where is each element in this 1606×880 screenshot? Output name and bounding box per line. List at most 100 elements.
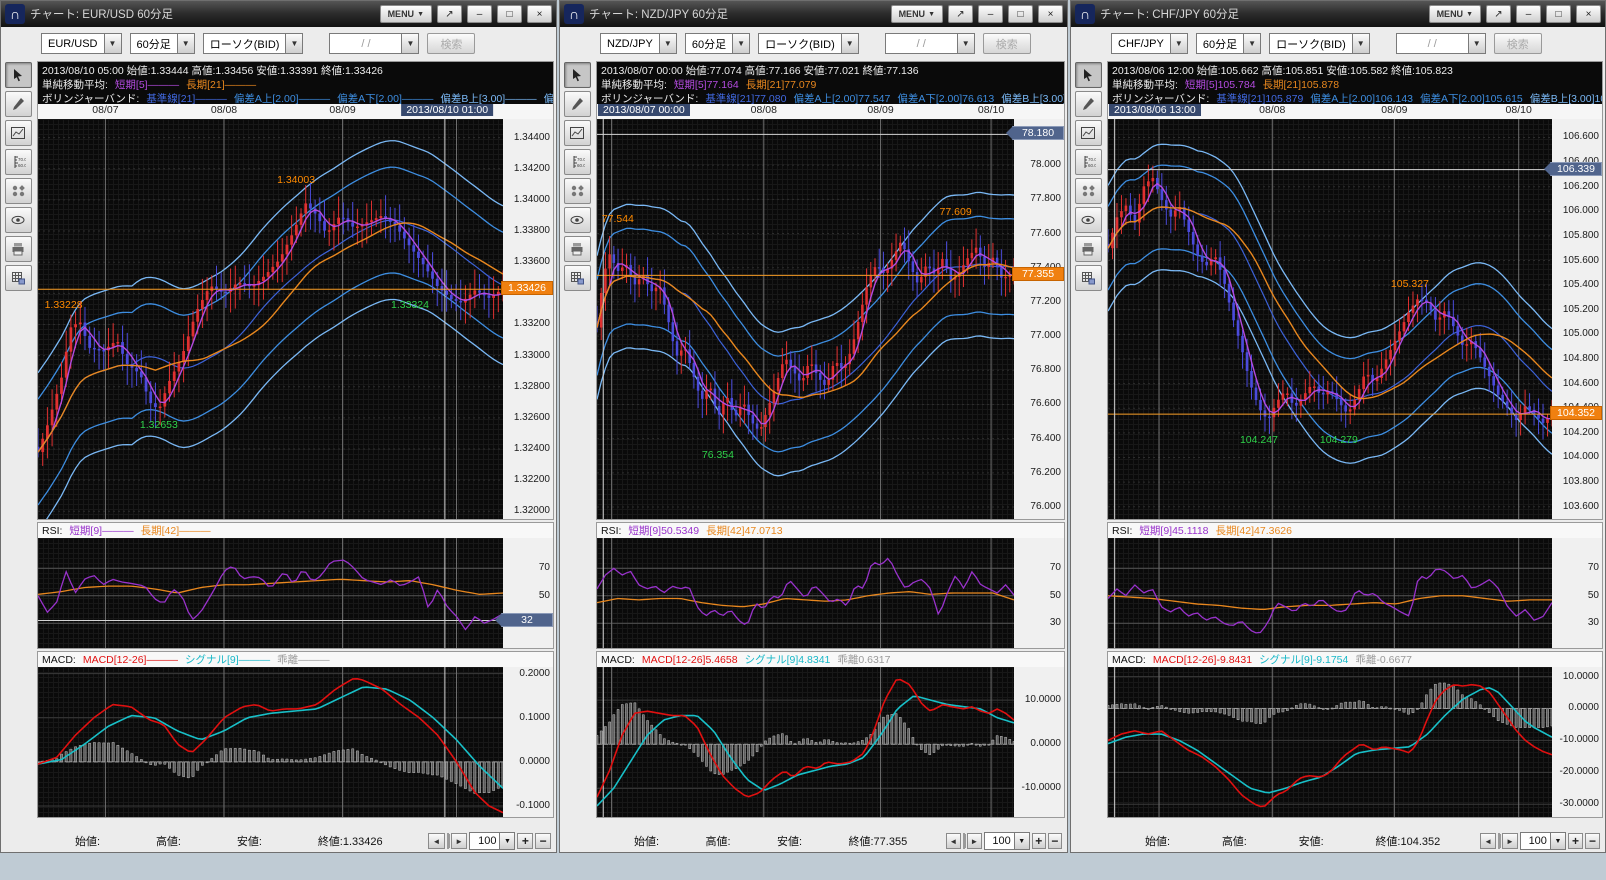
macd-plot[interactable] — [38, 667, 503, 817]
macd-axis-gutter[interactable]: 10.00000.0000-10.0000-20.0000-30.0000 — [1552, 667, 1602, 817]
chevron-down-icon[interactable]: ▼ — [957, 33, 975, 54]
cursor-tool-button[interactable] — [5, 62, 32, 88]
scrollbar-thumb[interactable] — [1499, 834, 1501, 848]
visibility-button[interactable] — [5, 207, 32, 233]
minimize-button[interactable]: – — [467, 5, 492, 23]
zoom-in-button[interactable]: + — [1568, 833, 1583, 849]
macd-axis-gutter[interactable]: 0.20000.10000.0000-0.1000 — [503, 667, 553, 817]
zoom-out-button[interactable]: − — [1585, 833, 1600, 849]
print-button[interactable] — [1075, 236, 1102, 262]
chevron-down-icon[interactable]: ▼ — [659, 33, 677, 54]
zoom-out-button[interactable]: − — [535, 833, 551, 849]
draw-tool-button[interactable] — [564, 91, 591, 117]
price-axis-gutter[interactable]: 78.00077.80077.60077.40077.20077.00076.8… — [1014, 119, 1064, 519]
date-input[interactable]: / / ▼ — [1396, 33, 1486, 54]
macd-plot[interactable] — [597, 667, 1014, 817]
chart-type-select[interactable]: ローソク(BID) ▼ — [203, 33, 304, 54]
scroll-right-button[interactable]: ► — [1502, 833, 1518, 849]
draw-tool-button[interactable] — [1075, 91, 1102, 117]
chevron-down-icon[interactable]: ▼ — [1243, 33, 1261, 54]
date-input[interactable]: / / ▼ — [885, 33, 975, 54]
chart-type-select[interactable]: ローソク(BID) ▼ — [758, 33, 859, 54]
candle-count-select[interactable]: 100 ▼ — [469, 832, 515, 850]
cursor-tool-button[interactable] — [564, 62, 591, 88]
chevron-down-icon[interactable]: ▼ — [1014, 832, 1030, 850]
chevron-down-icon[interactable]: ▼ — [285, 33, 303, 54]
print-button[interactable] — [5, 236, 32, 262]
chevron-down-icon[interactable]: ▼ — [1468, 33, 1486, 54]
chevron-down-icon[interactable]: ▼ — [401, 33, 419, 54]
minimize-button[interactable]: – — [1516, 5, 1541, 23]
close-button[interactable]: × — [1038, 5, 1063, 23]
rsi-axis-gutter[interactable]: 705032 — [503, 538, 553, 648]
scrollbar-track[interactable] — [963, 833, 965, 849]
search-button[interactable]: 検索 — [1494, 33, 1542, 54]
symbol-select[interactable]: NZD/JPY ▼ — [600, 33, 677, 54]
popout-button[interactable]: ↗ — [1486, 5, 1511, 23]
macd-plot[interactable] — [1108, 667, 1552, 817]
price-plot[interactable]: 105.327104.247104.279 — [1108, 119, 1552, 519]
price-scale-button[interactable]: 70.060.0 — [564, 149, 591, 175]
scroll-left-button[interactable]: ◄ — [428, 833, 445, 849]
menu-button[interactable]: MENU▼ — [891, 5, 943, 23]
chevron-down-icon[interactable]: ▼ — [499, 832, 515, 850]
chevron-down-icon[interactable]: ▼ — [1550, 832, 1566, 850]
indicator-button[interactable] — [564, 120, 591, 146]
candle-count-select[interactable]: 100 ▼ — [984, 832, 1030, 850]
scroll-left-button[interactable]: ◄ — [946, 833, 961, 849]
export-button[interactable] — [1075, 265, 1102, 291]
close-button[interactable]: × — [527, 5, 552, 23]
price-scale-button[interactable]: 70.060.0 — [1075, 149, 1102, 175]
rsi-plot[interactable] — [38, 538, 503, 648]
indicator-button[interactable] — [5, 120, 32, 146]
macd-axis-gutter[interactable]: 10.00000.0000-10.0000 — [1014, 667, 1064, 817]
draw-tool-button[interactable] — [5, 91, 32, 117]
rsi-plot[interactable] — [1108, 538, 1552, 648]
chevron-down-icon[interactable]: ▼ — [732, 33, 750, 54]
menu-button[interactable]: MENU▼ — [380, 5, 432, 23]
maximize-button[interactable]: □ — [497, 5, 522, 23]
chart-type-select[interactable]: ローソク(BID) ▼ — [1269, 33, 1370, 54]
chevron-down-icon[interactable]: ▼ — [841, 33, 859, 54]
scrollbar-thumb[interactable] — [964, 834, 966, 848]
price-axis-gutter[interactable]: 106.600106.400106.200106.000105.800105.6… — [1552, 119, 1602, 519]
rsi-plot[interactable] — [597, 538, 1014, 648]
zoom-in-button[interactable]: + — [517, 833, 533, 849]
menu-button[interactable]: MENU▼ — [1429, 5, 1481, 23]
chevron-down-icon[interactable]: ▼ — [1352, 33, 1370, 54]
maximize-button[interactable]: □ — [1008, 5, 1033, 23]
period-select[interactable]: 60分足 ▼ — [1196, 33, 1261, 54]
price-plot[interactable]: 1.332281.326531.340031.33324 — [38, 119, 503, 519]
symbols-button[interactable] — [5, 178, 32, 204]
candle-count-select[interactable]: 100 ▼ — [1520, 832, 1566, 850]
zoom-out-button[interactable]: − — [1048, 833, 1062, 849]
price-axis-gutter[interactable]: 1.344001.342001.340001.338001.336001.334… — [503, 119, 553, 519]
scrollbar-track[interactable] — [447, 833, 449, 849]
scrollbar-thumb[interactable] — [448, 834, 450, 848]
title-bar[interactable]: ∩ チャート: NZD/JPY 60分足 MENU▼ ↗ – □ × — [560, 1, 1067, 27]
title-bar[interactable]: ∩ チャート: CHF/JPY 60分足 MENU▼ ↗ – □ × — [1071, 1, 1605, 27]
export-button[interactable] — [564, 265, 591, 291]
visibility-button[interactable] — [1075, 207, 1102, 233]
symbol-select[interactable]: EUR/USD ▼ — [41, 33, 122, 54]
popout-button[interactable]: ↗ — [948, 5, 973, 23]
period-select[interactable]: 60分足 ▼ — [130, 33, 195, 54]
scroll-left-button[interactable]: ◄ — [1480, 833, 1496, 849]
print-button[interactable] — [564, 236, 591, 262]
export-button[interactable] — [5, 265, 32, 291]
visibility-button[interactable] — [564, 207, 591, 233]
symbols-button[interactable] — [564, 178, 591, 204]
search-button[interactable]: 検索 — [427, 33, 475, 54]
chevron-down-icon[interactable]: ▼ — [1170, 33, 1188, 54]
minimize-button[interactable]: – — [978, 5, 1003, 23]
maximize-button[interactable]: □ — [1546, 5, 1571, 23]
search-button[interactable]: 検索 — [983, 33, 1031, 54]
title-bar[interactable]: ∩ チャート: EUR/USD 60分足 MENU▼ ↗ – □ × — [1, 1, 556, 27]
rsi-axis-gutter[interactable]: 705030 — [1552, 538, 1602, 648]
scroll-right-button[interactable]: ► — [967, 833, 982, 849]
indicator-button[interactable] — [1075, 120, 1102, 146]
rsi-axis-gutter[interactable]: 705030 — [1014, 538, 1064, 648]
cursor-tool-button[interactable] — [1075, 62, 1102, 88]
date-input[interactable]: / / ▼ — [329, 33, 419, 54]
symbols-button[interactable] — [1075, 178, 1102, 204]
